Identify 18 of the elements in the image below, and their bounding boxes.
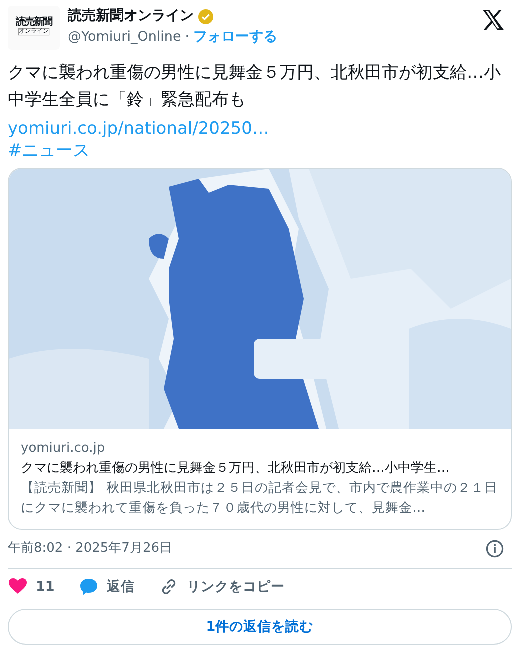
card-domain: yomiuri.co.jp [21, 440, 106, 458]
account-name[interactable]: 読売新聞オンライン [68, 6, 194, 27]
like-button[interactable]: 11 [8, 576, 55, 597]
account-handle: @Yomiuri_Online [68, 28, 182, 48]
link-card[interactable]: yomiuri.co.jp クマに襲われ重傷の男性に見舞金５万円、北秋田市が初支給…小中学生… 【読売新聞】 秋田県北秋田市は２５日の記者会見で、市内で農作業中の２１日にクマに襲われて重傷を負った７０歳代の男性に対して、見舞金… [8, 168, 512, 530]
card-title: クマに襲われ重傷の男性に見舞金５万円、北秋田市が初支給…小中学生… [21, 460, 451, 478]
timestamp: 午前8:02 · 2025年7月26日 [8, 540, 172, 558]
heart-icon [8, 576, 28, 597]
x-logo-icon[interactable] [482, 10, 504, 30]
reply-button[interactable]: 返信 [78, 576, 135, 597]
speech-bubble-icon [78, 576, 99, 597]
separator: · [185, 28, 190, 48]
info-icon[interactable] [486, 540, 504, 558]
copy-button[interactable]: リンクをコピー [158, 576, 285, 597]
card-description: 【読売新聞】 秋田県北秋田市は２５日の記者会見で、市内で農作業中の２１日にクマに襲われて重傷を負った７０歳代の男性に対して、見舞金… [21, 480, 499, 518]
tweet-text: クマに襲われ重傷の男性に見舞金５万円、北秋田市が初支給…小中学生全員に「鈴」緊急配布も [8, 62, 502, 112]
read-replies-button[interactable]: 1件の返信を読む [8, 608, 512, 645]
logo-text: 読売新聞 [16, 18, 52, 28]
